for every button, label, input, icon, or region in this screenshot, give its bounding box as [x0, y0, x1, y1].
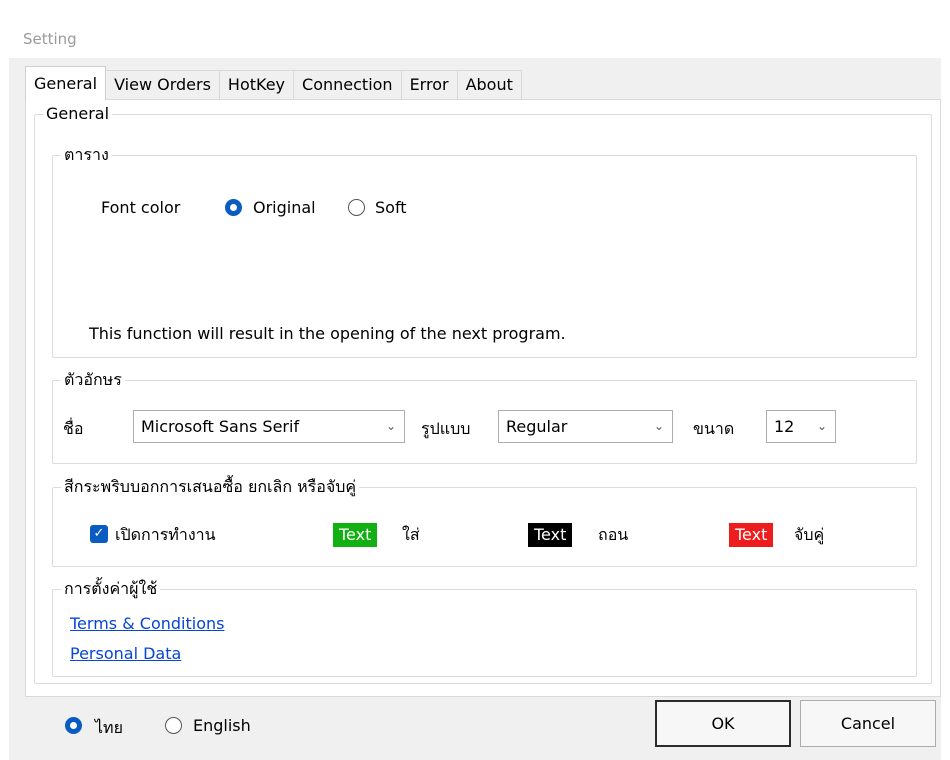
enable-label[interactable]: เปิดการทำงาน: [115, 523, 216, 548]
cancel-button[interactable]: Cancel: [800, 700, 936, 747]
radio-lang-thai[interactable]: [65, 717, 82, 734]
tab-error[interactable]: Error: [400, 70, 458, 100]
chevron-down-icon: ⌄: [653, 419, 664, 433]
general-group: General ตาราง Font color Original Soft T…: [34, 104, 932, 684]
tab-panel-general: General ตาราง Font color Original Soft T…: [25, 99, 941, 697]
font-group-legend: ตัวอักษร: [61, 370, 125, 390]
personal-data-link[interactable]: Personal Data: [70, 644, 181, 663]
swatch-withdraw-label: ถอน: [598, 525, 629, 544]
radio-lang-thai-label[interactable]: ไทย: [95, 716, 123, 741]
tab-hotkey[interactable]: HotKey: [218, 70, 295, 100]
radio-original[interactable]: [225, 199, 242, 216]
chevron-down-icon: ⌄: [385, 419, 396, 433]
font-style-label: รูปแบบ: [421, 419, 471, 438]
font-name-select[interactable]: Microsoft Sans Serif ⌄: [133, 410, 405, 443]
font-size-select[interactable]: 12 ⌄: [766, 410, 836, 443]
font-size-value: 12: [774, 417, 795, 436]
radio-soft-label[interactable]: Soft: [375, 198, 407, 217]
tab-connection[interactable]: Connection: [293, 70, 402, 100]
tab-view-orders[interactable]: View Orders: [105, 70, 220, 100]
font-style-value: Regular: [506, 417, 568, 436]
window-title: Setting: [23, 30, 77, 48]
font-color-label: Font color: [101, 198, 181, 217]
tab-general[interactable]: General: [25, 66, 107, 100]
radio-soft[interactable]: [348, 199, 365, 216]
font-size-label: ขนาด: [693, 419, 735, 438]
swatch-add-label: ใส่: [402, 525, 420, 544]
font-name-label: ชื่อ: [63, 419, 84, 438]
swatch-add[interactable]: Text: [333, 523, 378, 547]
enable-checkbox[interactable]: ✓: [90, 525, 108, 543]
tab-about[interactable]: About: [456, 70, 522, 100]
terms-link[interactable]: Terms & Conditions: [70, 614, 224, 633]
radio-original-label[interactable]: Original: [253, 198, 316, 217]
radio-lang-english[interactable]: [165, 717, 182, 734]
radio-lang-english-label[interactable]: English: [193, 716, 251, 735]
font-group: ตัวอักษร ชื่อ Microsoft Sans Serif ⌄ รูป…: [52, 370, 917, 464]
font-name-value: Microsoft Sans Serif: [141, 417, 300, 436]
restart-note: This function will result in the opening…: [89, 324, 566, 343]
title-bar[interactable]: Setting: [9, 10, 941, 58]
table-group: ตาราง Font color Original Soft This func…: [52, 145, 917, 358]
ok-button[interactable]: OK: [655, 700, 791, 747]
general-group-legend: General: [43, 104, 113, 124]
user-group-legend: การตั้งค่าผู้ใช้: [61, 579, 161, 599]
settings-window: Setting General View Orders HotKey Conne…: [9, 10, 941, 760]
table-group-legend: ตาราง: [61, 145, 112, 165]
swatch-withdraw[interactable]: Text: [528, 523, 573, 547]
user-group: การตั้งค่าผู้ใช้ Terms & Conditions Pers…: [52, 579, 917, 677]
swatch-match[interactable]: Text: [729, 523, 774, 547]
tab-strip: General View Orders HotKey Connection Er…: [25, 66, 522, 100]
chevron-down-icon: ⌄: [816, 419, 827, 433]
font-style-select[interactable]: Regular ⌄: [498, 410, 673, 443]
blink-group: สีกระพริบบอกการเสนอซื้อ ยกเลิก หรือจับคู…: [52, 477, 917, 567]
blink-group-legend: สีกระพริบบอกการเสนอซื้อ ยกเลิก หรือจับคู…: [61, 477, 360, 497]
swatch-match-label: จับคู่: [794, 525, 825, 544]
